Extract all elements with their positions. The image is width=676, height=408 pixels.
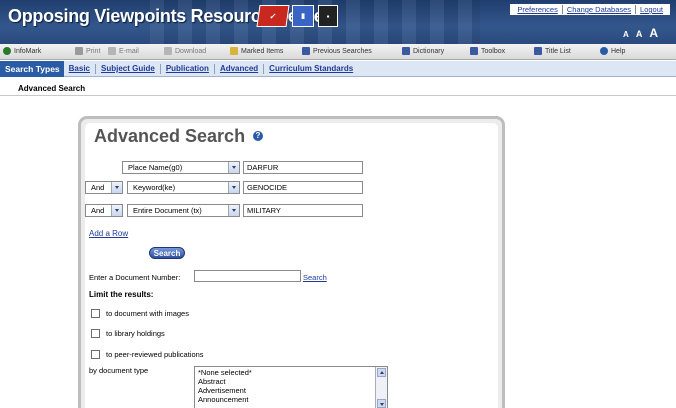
search-button[interactable]: Search [149, 247, 185, 259]
help-icon[interactable]: ? [253, 131, 263, 141]
toolbar-email[interactable]: E-mail [108, 47, 139, 55]
breadcrumb: Advanced Search [0, 78, 676, 96]
limit-library-label: to library holdings [106, 329, 165, 338]
document-type-listbox[interactable]: *None selected* Abstract Advertisement A… [194, 366, 388, 408]
infomark-icon [3, 47, 11, 55]
logout-link[interactable]: Logout [635, 5, 667, 14]
limit-library-row: to library holdings [91, 329, 165, 338]
row1-field-select[interactable]: Place Name(g0) [122, 161, 240, 174]
limit-images-checkbox[interactable] [91, 309, 100, 318]
row1-field-value: Place Name(g0) [128, 163, 183, 172]
document-number-label: Enter a Document Number: [89, 273, 181, 282]
email-icon [108, 47, 116, 55]
help-icon [600, 47, 608, 55]
toolbar-infomark[interactable]: InfoMark [3, 47, 41, 55]
title-list-icon [534, 47, 542, 55]
badge-no-icon: ▪ [318, 5, 338, 27]
chevron-down-icon [111, 205, 122, 216]
toolbar-help[interactable]: Help [600, 47, 625, 55]
text-size-small[interactable]: A [623, 30, 629, 39]
document-number-search-link[interactable]: Search [303, 273, 327, 282]
limit-results-heading: Limit the results: [89, 290, 154, 299]
toolbar-label: Marked Items [241, 47, 284, 55]
row1-term-input[interactable]: DARFUR [243, 161, 363, 174]
listbox-scrollbar[interactable] [375, 367, 387, 408]
limit-images-row: to document with images [91, 309, 189, 318]
preferences-link[interactable]: Preferences [513, 5, 561, 14]
limit-library-checkbox[interactable] [91, 329, 100, 338]
add-row-link[interactable]: Add a Row [89, 229, 128, 238]
row2-operator-select[interactable]: And [85, 181, 123, 194]
scroll-down-icon[interactable] [377, 399, 386, 408]
folder-icon [230, 47, 238, 55]
toolbar-label: Toolbox [481, 47, 506, 55]
search-types-label: Search Types [0, 60, 64, 77]
list-item[interactable]: Announcement [198, 395, 384, 404]
chevron-down-icon [228, 205, 239, 216]
row2-field-select[interactable]: Keyword(ke) [127, 181, 240, 194]
page-title: Advanced Search [94, 126, 246, 146]
toolbar-previous-searches[interactable]: Previous Searches [302, 47, 372, 55]
row3-operator-value: And [91, 206, 105, 215]
limit-peer-row: to peer-reviewed publications [91, 350, 204, 359]
tab-curriculum-standards[interactable]: Curriculum Standards [263, 63, 358, 74]
toolbar-label: Dictionary [413, 47, 445, 55]
document-type-label: by document type [89, 366, 149, 375]
row3-field-value: Entire Document (tx) [133, 206, 202, 215]
download-icon [164, 47, 172, 55]
toolbar-label: Help [611, 47, 626, 55]
header-banner: Opposing Viewpoints Resource Center ✓ ▮ … [0, 0, 676, 44]
list-item[interactable]: Advertisement [198, 386, 384, 395]
badge-yes-icon: ✓ [256, 5, 290, 27]
toolbar-download[interactable]: Download [164, 47, 206, 55]
tab-subject-guide[interactable]: Subject Guide [95, 63, 160, 74]
row3-field-select[interactable]: Entire Document (tx) [127, 204, 240, 217]
row3-operator-select[interactable]: And [85, 204, 123, 217]
list-item[interactable]: *None selected* [198, 368, 384, 377]
advanced-search-panel: Advanced Search ? Place Name(g0) DARFUR … [78, 116, 505, 408]
toolbar: InfoMark Print E-mail Download Marked It… [0, 44, 676, 60]
chevron-down-icon [111, 182, 122, 193]
previous-searches-icon [302, 47, 310, 55]
toolbar-label: Download [175, 47, 207, 55]
change-databases-link[interactable]: Change Databases [561, 5, 635, 14]
scroll-up-icon[interactable] [377, 368, 386, 377]
advanced-search-form: Advanced Search ? Place Name(g0) DARFUR … [85, 123, 498, 408]
app-window: Opposing Viewpoints Resource Center ✓ ▮ … [0, 0, 676, 408]
toolbar-label: InfoMark [14, 47, 42, 55]
limit-peer-reviewed-checkbox[interactable] [91, 350, 100, 359]
row2-operator-value: And [91, 183, 105, 192]
toolbar-title-list[interactable]: Title List [534, 47, 571, 55]
tab-basic[interactable]: Basic [64, 64, 95, 74]
row2-term-input[interactable]: GENOCIDE [243, 181, 363, 194]
text-size-large[interactable]: A [649, 26, 658, 40]
toolbar-label: Previous Searches [313, 47, 372, 55]
tab-advanced[interactable]: Advanced [213, 63, 263, 74]
text-size-medium[interactable]: A [636, 29, 643, 39]
document-number-input[interactable] [194, 270, 301, 282]
tab-publication[interactable]: Publication [159, 63, 214, 74]
dictionary-icon [402, 47, 410, 55]
print-icon [75, 47, 83, 55]
top-links: Preferences Change Databases Logout [510, 4, 670, 15]
toolbar-label: Title List [545, 47, 571, 55]
row3-term-input[interactable]: MILITARY [243, 204, 363, 217]
text-size-control: A A A [623, 26, 658, 40]
row2-field-value: Keyword(ke) [133, 183, 176, 192]
toolbar-label: Print [86, 47, 101, 55]
toolbar-toolbox[interactable]: Toolbox [470, 47, 505, 55]
limit-peer-label: to peer-reviewed publications [106, 350, 204, 359]
toolbox-icon [470, 47, 478, 55]
badge-vote-icon: ▮ [292, 5, 314, 27]
list-item[interactable]: Abstract [198, 377, 384, 386]
toolbar-print[interactable]: Print [75, 47, 100, 55]
toolbar-dictionary[interactable]: Dictionary [402, 47, 444, 55]
toolbar-marked-items[interactable]: Marked Items [230, 47, 283, 55]
chevron-down-icon [228, 162, 239, 173]
limit-images-label: to document with images [106, 309, 189, 318]
chevron-down-icon [228, 182, 239, 193]
toolbar-label: E-mail [119, 47, 139, 55]
search-types-nav: Search Types Basic Subject Guide Publica… [0, 60, 676, 77]
